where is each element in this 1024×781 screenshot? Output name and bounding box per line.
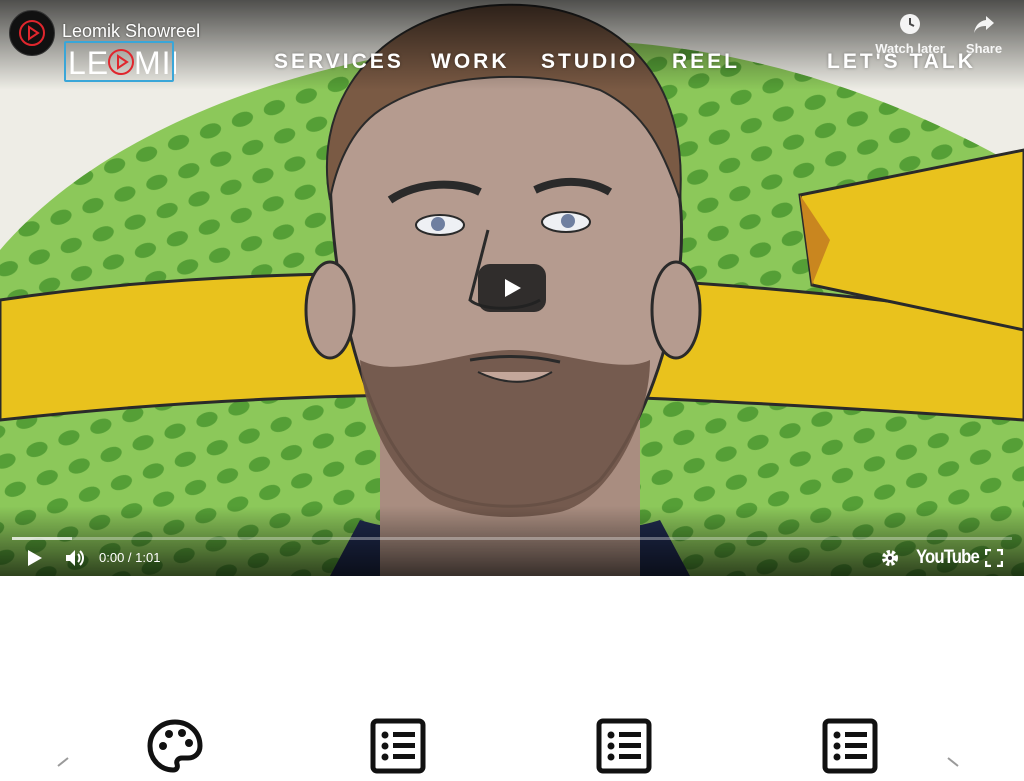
video-title[interactable]: Leomik Showreel <box>62 21 200 42</box>
leomik-logo-icon: LE MIK <box>68 45 176 81</box>
nav-lets-talk[interactable]: LET'S TALK <box>827 50 976 74</box>
time-total: 1:01 <box>135 550 161 565</box>
carousel-prev-button[interactable] <box>54 756 74 776</box>
video-player[interactable]: Leomik Showreel Watch later Share LE MIK… <box>0 0 1024 576</box>
feature-list-1 <box>370 718 426 774</box>
gear-icon <box>882 550 898 566</box>
site-logo[interactable]: LE MIK <box>64 42 176 82</box>
palette-icon <box>147 719 203 773</box>
play-icon <box>505 279 521 297</box>
clock-icon <box>900 14 920 34</box>
services-carousel <box>0 576 1024 774</box>
settings-button[interactable] <box>880 548 900 573</box>
fullscreen-icon <box>984 548 1004 568</box>
play-circle-icon <box>19 20 45 46</box>
large-play-button[interactable] <box>478 264 546 312</box>
time-current: 0:00 <box>99 550 125 565</box>
feature-palette <box>147 718 203 774</box>
channel-avatar[interactable] <box>9 10 55 56</box>
mute-button[interactable] <box>64 547 86 574</box>
svg-text:MIK: MIK <box>134 45 176 81</box>
time-separator: / <box>124 550 136 565</box>
nav-services[interactable]: SERVICES <box>274 50 404 74</box>
progress-buffered <box>12 537 72 540</box>
youtube-logo[interactable]: YouTube <box>916 547 980 569</box>
play-icon <box>28 550 42 566</box>
volume-icon <box>66 550 84 566</box>
chevron-right-icon <box>947 757 959 767</box>
list-icon <box>822 718 878 774</box>
feature-list-3 <box>822 718 878 774</box>
time-display: 0:00 / 1:01 <box>99 550 160 565</box>
nav-reel[interactable]: REEL <box>672 50 740 74</box>
list-icon <box>596 718 652 774</box>
share-arrow-icon <box>974 16 994 33</box>
feature-list-2 <box>596 718 652 774</box>
play-button[interactable] <box>24 548 44 573</box>
fullscreen-button[interactable] <box>984 548 1004 572</box>
chevron-left-icon <box>57 757 69 767</box>
svg-text:LE: LE <box>68 45 109 81</box>
nav-studio[interactable]: STUDIO <box>541 50 638 74</box>
list-icon <box>370 718 426 774</box>
bottom-gradient <box>0 506 1024 576</box>
progress-bar[interactable] <box>12 537 1012 540</box>
carousel-next-button[interactable] <box>944 756 964 776</box>
nav-work[interactable]: WORK <box>431 50 510 74</box>
